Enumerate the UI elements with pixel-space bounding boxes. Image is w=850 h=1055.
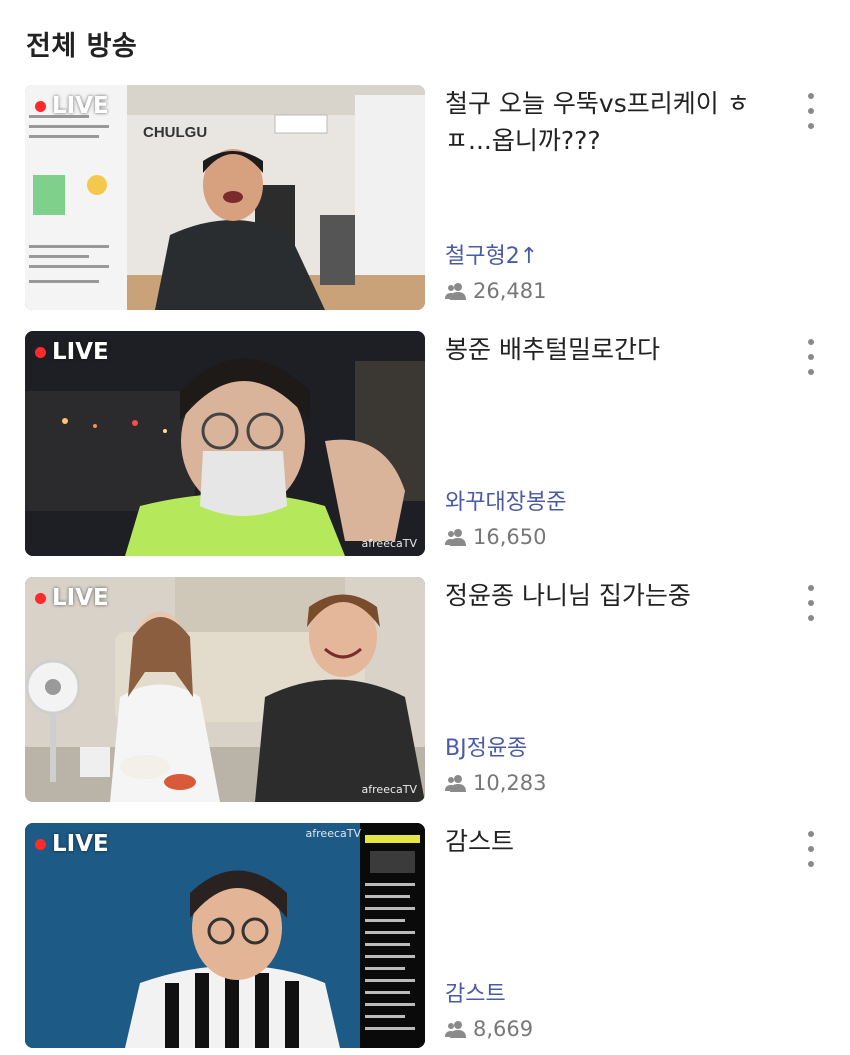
live-dot-icon (35, 346, 46, 358)
live-badge: LIVE (35, 585, 109, 611)
more-vertical-icon[interactable] (801, 339, 821, 375)
streamer-name[interactable]: 감스트 (445, 976, 506, 1008)
room-sign: CHULGU (143, 124, 207, 141)
live-dot-icon (35, 592, 46, 604)
viewer-count: 10,283 (445, 771, 546, 795)
live-badge: LIVE (35, 831, 109, 857)
live-dot-icon (35, 838, 46, 850)
stream-thumbnail[interactable]: LIVE afreecaTV (25, 331, 425, 556)
more-vertical-icon[interactable] (801, 585, 821, 621)
more-vertical-icon[interactable] (801, 93, 821, 129)
more-vertical-icon[interactable] (801, 831, 821, 867)
live-label: LIVE (52, 831, 109, 857)
stream-thumbnail[interactable]: LIVE afreecaTV (25, 577, 425, 802)
viewer-count: 16,650 (445, 525, 546, 549)
stream-thumbnail[interactable]: LIVE afreecaTV (25, 823, 425, 1048)
streamer-name[interactable]: BJ정윤종 (445, 730, 527, 762)
viewer-count: 8,669 (445, 1017, 533, 1041)
live-label: LIVE (52, 585, 109, 611)
stream-title[interactable]: 정윤종 나니님 집가는중 (445, 577, 775, 614)
viewer-count-value: 8,669 (473, 1017, 534, 1041)
live-badge: LIVE (35, 93, 109, 119)
people-icon (445, 529, 466, 546)
stream-info: 철구 오늘 우뚝vs프리케이 ㅎㅍ...옵니까??? 철구형2↑ 26,481 (445, 85, 775, 310)
stream-card[interactable]: LIVE afreecaTV 봉준 배추털밀로간다 와꾸대장봉준 16,650 (25, 331, 850, 557)
stream-title[interactable]: 봉준 배추털밀로간다 (445, 331, 775, 368)
people-icon (445, 283, 466, 300)
viewer-count-value: 26,481 (473, 279, 547, 303)
viewer-count-value: 10,283 (473, 771, 547, 795)
platform-watermark: afreecaTV (361, 783, 417, 796)
stream-info: 정윤종 나니님 집가는중 BJ정윤종 10,283 (445, 577, 775, 802)
stream-title[interactable]: 철구 오늘 우뚝vs프리케이 ㅎㅍ...옵니까??? (445, 85, 775, 159)
stream-thumbnail[interactable]: CHULGU LIVE (25, 85, 425, 310)
stream-info: 감스트 감스트 8,669 (445, 823, 775, 1048)
platform-watermark: afreecaTV (361, 537, 417, 550)
live-label: LIVE (52, 339, 109, 365)
section-title: 전체 방송 (26, 31, 138, 62)
viewer-count: 26,481 (445, 279, 546, 303)
stream-title[interactable]: 감스트 (445, 823, 775, 860)
platform-watermark: afreecaTV (305, 827, 361, 840)
viewer-count-value: 16,650 (473, 525, 547, 549)
people-icon (445, 1021, 466, 1038)
streamer-name[interactable]: 철구형2↑ (445, 238, 538, 270)
stream-info: 봉준 배추털밀로간다 와꾸대장봉준 16,650 (445, 331, 775, 556)
stream-card[interactable]: LIVE afreecaTV 정윤종 나니님 집가는중 BJ정윤종 10,283 (25, 577, 850, 803)
live-label: LIVE (52, 93, 109, 119)
live-dot-icon (35, 100, 46, 112)
live-badge: LIVE (35, 339, 109, 365)
stream-card[interactable]: CHULGU LIVE 철구 오늘 우뚝vs프리케이 ㅎㅍ...옵니까??? 철… (25, 85, 850, 311)
people-icon (445, 775, 466, 792)
streamer-name[interactable]: 와꾸대장봉준 (445, 484, 566, 516)
stream-card[interactable]: LIVE afreecaTV 감스트 감스트 8,669 (25, 823, 850, 1049)
